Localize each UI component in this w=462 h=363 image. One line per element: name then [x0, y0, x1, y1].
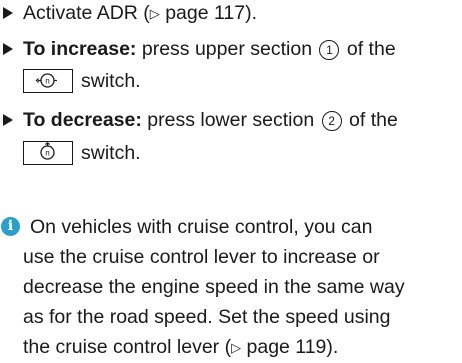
step-text: press lower section	[141, 109, 320, 131]
svg-text:n: n	[45, 77, 49, 86]
step-text-after: of the	[343, 109, 398, 131]
step-text-after: of the	[341, 38, 396, 60]
step-increase-continuation: n switch.	[23, 66, 141, 96]
step-arrow-icon	[3, 43, 13, 55]
note-line: as for the road speed. Set the speed usi…	[23, 306, 391, 328]
adr-plus-switch-icon: n	[23, 69, 73, 93]
note-text: the cruise control lever (	[23, 336, 232, 358]
step-text: Activate ADR (	[23, 2, 150, 24]
callout-number: 1	[319, 40, 340, 60]
page-reference-text: page 119).	[241, 336, 339, 358]
step-label: To increase:	[23, 38, 137, 60]
step-text: press upper section	[136, 38, 318, 60]
instruction-page: Activate ADR (▷ page 117). To increase: …	[0, 0, 462, 358]
note-line: use the cruise control lever to increase…	[23, 246, 380, 268]
callout-number: 2	[321, 111, 342, 131]
step-label: To decrease:	[23, 109, 142, 131]
page-reference-icon: ▷	[149, 6, 160, 21]
page-reference-icon: ▷	[231, 340, 242, 355]
note-line-last: the cruise control lever (▷ page 119).	[23, 332, 338, 363]
note-line: decrease the engine speed in the same wa…	[23, 276, 405, 298]
note-line: On vehicles with cruise control, you can	[30, 216, 373, 238]
step-arrow-icon	[3, 114, 13, 126]
page-reference-text: page 117).	[159, 2, 258, 24]
svg-text:n: n	[45, 149, 49, 158]
switch-label: switch.	[81, 142, 141, 164]
step-arrow-icon	[3, 7, 13, 19]
step-decrease-continuation: n switch.	[23, 138, 141, 168]
adr-minus-switch-icon: n	[23, 141, 73, 165]
switch-label: switch.	[81, 70, 141, 92]
info-icon: i	[1, 217, 20, 236]
